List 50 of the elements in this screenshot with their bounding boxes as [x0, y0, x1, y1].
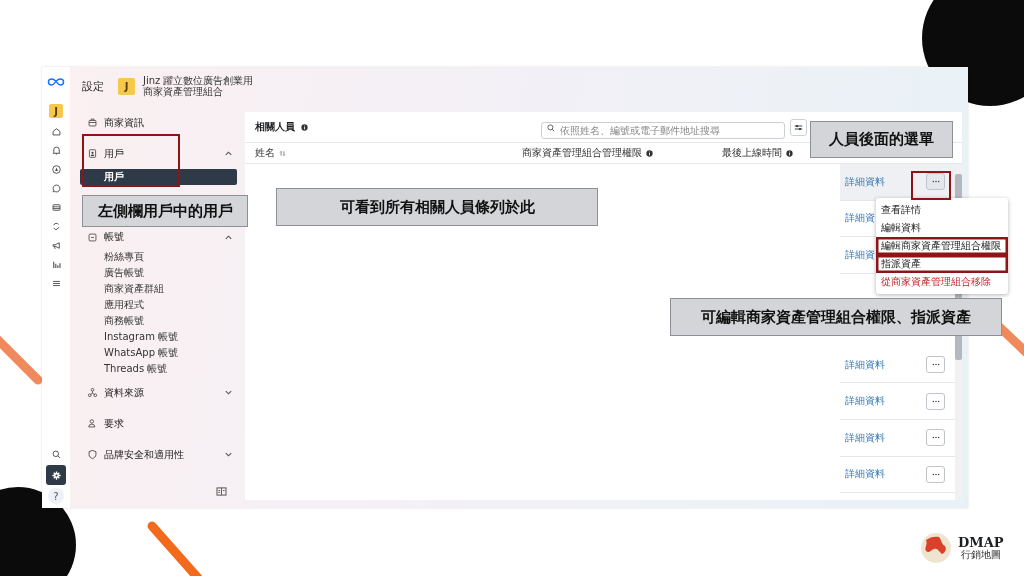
sidebar-subitem[interactable]: 廣告帳號: [80, 265, 237, 281]
callout-label: 人員後面的選單: [810, 121, 953, 158]
column-header[interactable]: 最後上線時間: [722, 146, 793, 160]
sidebar-item[interactable]: 品牌安全和適用性: [80, 439, 237, 470]
details-link[interactable]: 詳細資: [845, 211, 875, 226]
sidebar-item[interactable]: 資料來源: [80, 377, 237, 408]
sidebar-label: 品牌安全和適用性: [104, 447, 185, 462]
sidebar-subitem[interactable]: 用戶: [80, 169, 237, 185]
details-link[interactable]: 詳細資料: [845, 174, 885, 189]
sidebar-item[interactable]: 要求: [80, 408, 237, 439]
section-title: 相關人員: [255, 120, 295, 134]
menu-item[interactable]: 指派資產: [876, 255, 1008, 273]
details-link[interactable]: 詳細資: [845, 248, 875, 262]
sidebar-subitem[interactable]: 應用程式: [80, 297, 237, 313]
sidebar-subitem[interactable]: 粉絲專頁: [80, 249, 237, 265]
callout-label: 可看到所有相關人員條列於此: [276, 188, 598, 226]
menu-item[interactable]: 編輯資料: [876, 219, 1008, 237]
sidebar-label: 帳號: [104, 230, 125, 244]
account-type: 商家資產管理組合: [143, 86, 223, 98]
callout-label: 可編輯商家資產管理組合權限、指派資產: [670, 298, 1002, 336]
sidebar-label: 用戶: [104, 146, 125, 161]
help-button[interactable]: ?: [48, 488, 64, 504]
details-link[interactable]: 詳細資料: [845, 430, 885, 445]
account-name: Jinz 躍立數位廣告創業用: [143, 74, 254, 86]
details-link[interactable]: 詳細資料: [845, 394, 885, 409]
sidebar-subitem[interactable]: 商務帳號: [80, 313, 237, 329]
column-header[interactable]: 商家資產管理組合管理權限: [522, 146, 653, 160]
sidebar-subitem[interactable]: WhatsApp 帳號: [80, 345, 237, 361]
menu-item[interactable]: 編輯商家資產管理組合權限: [876, 237, 1008, 255]
logo-wordmark: DMAP: [958, 535, 1004, 550]
details-link[interactable]: 詳細資料: [845, 357, 885, 372]
sidebar-subitem[interactable]: Threads 帳號: [80, 361, 237, 377]
sidebar-label: 要求: [104, 416, 125, 431]
callout-label: 左側欄用戶中的用戶: [82, 195, 248, 227]
sidebar-item[interactable]: 商家資訊: [80, 107, 237, 138]
sidebar-label: 資料來源: [104, 385, 145, 400]
account-avatar[interactable]: J: [49, 104, 63, 118]
account-avatar[interactable]: J: [118, 77, 135, 95]
search-field[interactable]: 依照姓名、編號或電子郵件地址搜尋: [541, 121, 785, 139]
column-header[interactable]: 姓名: [255, 146, 286, 160]
details-link[interactable]: 詳細資料: [845, 467, 885, 482]
menu-item[interactable]: 查看詳情: [876, 201, 1008, 219]
logo-tagline: 行銷地圖: [960, 549, 1001, 561]
sidebar-item[interactable]: 用戶: [80, 138, 237, 169]
menu-item[interactable]: 從商家資產管理組合移除: [876, 273, 1008, 291]
sidebar-label: 商家資訊: [104, 115, 145, 130]
sidebar-item[interactable]: 帳號: [80, 228, 237, 246]
sidebar-subitem[interactable]: 商家資產群組: [80, 281, 237, 297]
page-title: 設定: [82, 78, 104, 94]
sidebar-subitem[interactable]: Instagram 帳號: [80, 329, 237, 345]
